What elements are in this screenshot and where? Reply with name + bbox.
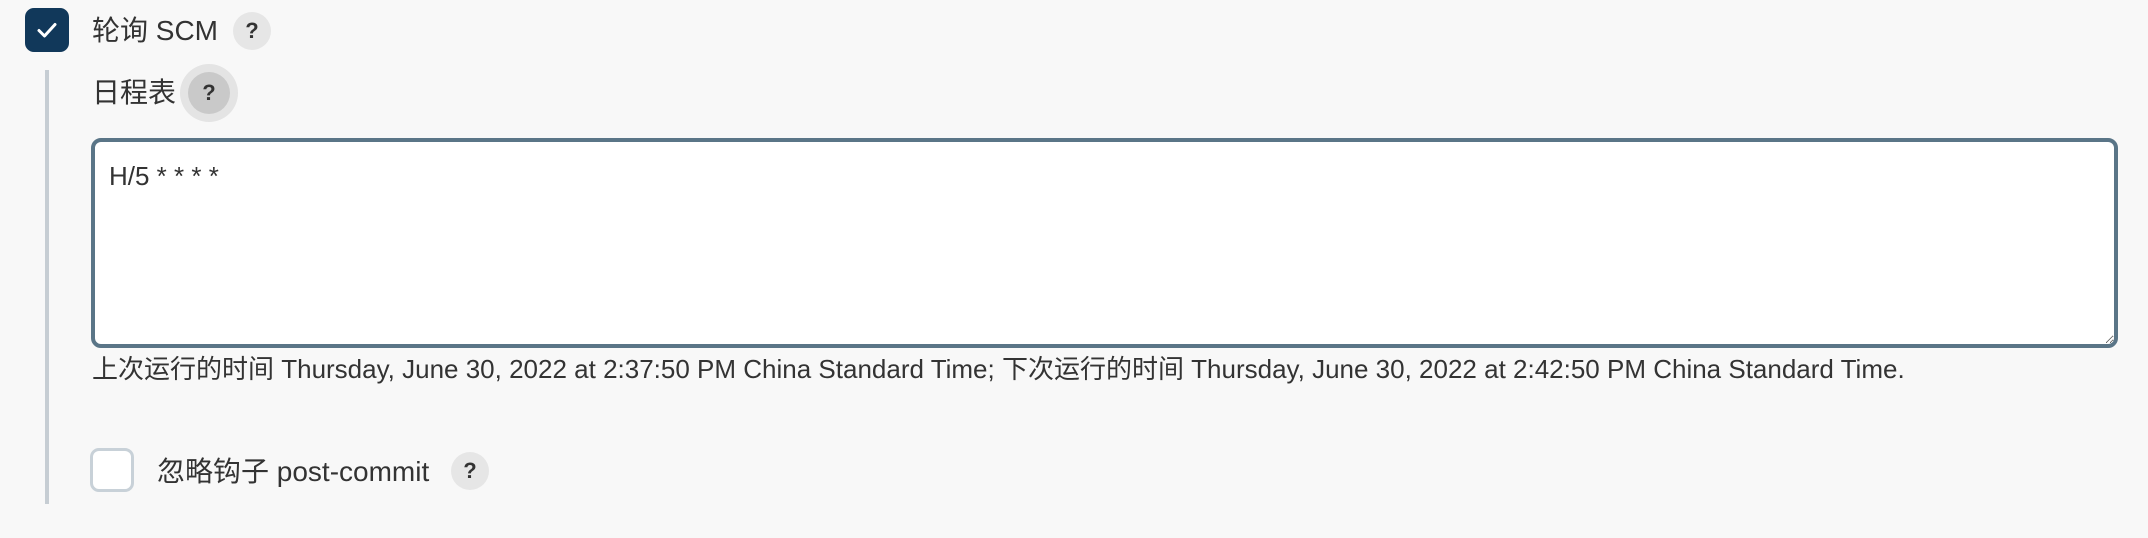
check-icon [37,23,57,38]
poll-scm-checkbox[interactable] [25,8,69,52]
schedule-input[interactable]: H/5 * * * * [91,138,2118,348]
nested-section-bar [45,70,49,504]
ignore-post-commit-label[interactable]: 忽略钩子 post-commit [157,455,429,489]
schedule-run-info: 上次运行的时间 Thursday, June 30, 2022 at 2:37:… [92,354,1905,384]
ignore-post-commit-checkbox[interactable] [90,448,134,492]
schedule-help-icon[interactable]: ? [188,72,230,114]
poll-scm-label[interactable]: 轮询 SCM [92,14,218,48]
schedule-label: 日程表 [92,77,177,108]
poll-scm-help-icon[interactable]: ? [233,12,271,50]
ignore-post-commit-help-icon[interactable]: ? [451,452,489,490]
